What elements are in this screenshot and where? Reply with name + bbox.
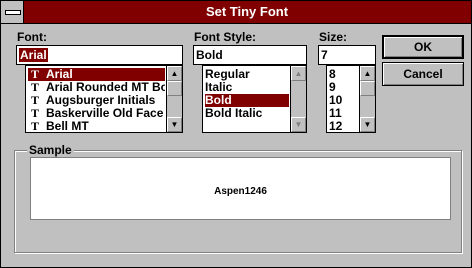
font-style-list-scrollbar[interactable]: ▲ ▼ (290, 66, 306, 132)
font-list-item-label: Arial (46, 68, 73, 81)
font-list-item[interactable]: T Augsburger Initials (28, 94, 165, 107)
font-style-list-item-label: Regular (205, 68, 250, 81)
size-list[interactable]: ▲ ▼ 8 9 10 11 12 (326, 65, 376, 133)
font-label: Font: (17, 30, 47, 44)
font-list-scroll-thumb[interactable] (167, 81, 182, 96)
font-style-list-item[interactable]: Regular (205, 68, 289, 81)
font-list-item[interactable]: T Bell MT (28, 120, 165, 133)
size-list-scroll-thumb[interactable] (360, 81, 375, 96)
scroll-down-arrow-icon[interactable]: ▼ (167, 117, 182, 132)
font-style-list[interactable]: ▲ ▼ Regular Italic Bold Bold Italic (202, 65, 307, 133)
font-style-label: Font Style: (194, 30, 256, 44)
title-bar: Set Tiny Font (1, 1, 471, 24)
sample-text: Aspen1246 (214, 186, 267, 197)
truetype-icon: T (30, 94, 39, 107)
dialog-title: Set Tiny Font (205, 4, 289, 19)
font-style-list-item[interactable]: Italic (205, 81, 289, 94)
truetype-icon: T (30, 68, 39, 81)
truetype-icon: T (30, 120, 39, 133)
size-list-item-label: 9 (329, 81, 336, 94)
truetype-icon: T (30, 81, 39, 94)
size-list-item-label: 10 (329, 94, 343, 107)
sample-label: Sample (27, 143, 74, 157)
scroll-up-arrow-icon[interactable]: ▲ (167, 66, 182, 81)
scroll-up-arrow-icon[interactable]: ▲ (360, 66, 375, 81)
ok-button[interactable]: OK (382, 35, 464, 59)
font-list-scrollbar[interactable]: ▲ ▼ (166, 66, 182, 132)
font-style-list-item-label: Italic (205, 81, 233, 94)
font-list-item[interactable]: T Arial (28, 68, 165, 81)
size-list-item[interactable]: 9 (329, 81, 358, 94)
set-tiny-font-dialog: Set Tiny Font Font: Arial ▲ ▼ T Arial T Ari… (0, 0, 472, 268)
size-list-scrollbar[interactable]: ▲ ▼ (359, 66, 375, 132)
font-input[interactable]: Arial (16, 45, 183, 65)
font-list-item-label: Bell MT (46, 120, 89, 133)
font-list-item[interactable]: T Arial Rounded MT Bold (28, 81, 165, 94)
cancel-button[interactable]: Cancel (382, 62, 464, 86)
scroll-down-arrow-icon[interactable]: ▼ (360, 117, 375, 132)
font-list-item-label: Augsburger Initials (46, 94, 156, 107)
font-list-item-label: Arial Rounded MT Bold (46, 81, 165, 94)
font-input-value: Arial (19, 48, 48, 62)
font-style-list-item-label: Bold (205, 94, 232, 107)
scroll-up-arrow-icon[interactable]: ▲ (291, 66, 306, 81)
scroll-down-arrow-icon[interactable]: ▼ (291, 117, 306, 132)
size-list-item-label: 11 (329, 107, 342, 120)
truetype-icon: T (30, 107, 39, 120)
font-style-input[interactable]: Bold (193, 45, 307, 65)
font-style-list-item[interactable]: Bold (205, 94, 289, 107)
system-menu-icon (5, 10, 21, 15)
sample-preview: Aspen1246 (30, 157, 451, 220)
size-list-item[interactable]: 10 (329, 94, 358, 107)
size-list-item-label: 12 (329, 120, 343, 133)
size-label: Size: (319, 30, 348, 44)
size-list-item[interactable]: 12 (329, 120, 358, 133)
font-style-list-item-label: Bold Italic (205, 107, 263, 120)
size-list-item-label: 8 (329, 68, 336, 81)
font-style-list-item[interactable]: Bold Italic (205, 107, 289, 120)
font-list-item[interactable]: T Baskerville Old Face (28, 107, 165, 120)
size-input[interactable]: 7 (318, 45, 376, 65)
font-list[interactable]: ▲ ▼ T Arial T Arial Rounded MT Bold T Augsbur… (25, 65, 183, 133)
font-list-item-label: Baskerville Old Face (46, 107, 164, 120)
size-list-item[interactable]: 11 (329, 107, 358, 120)
system-menu-button[interactable] (1, 1, 24, 23)
size-list-item[interactable]: 8 (329, 68, 358, 81)
